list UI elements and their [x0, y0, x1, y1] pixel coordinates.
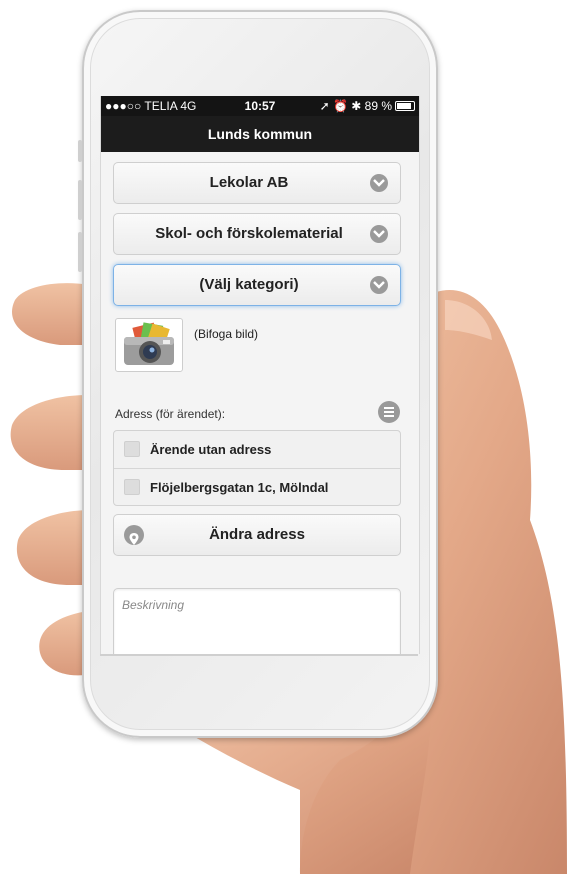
page-title: Lunds kommun [101, 116, 419, 152]
area-select[interactable]: Skol- och förskolematerial [113, 213, 401, 255]
organisation-label: Lekolar AB [209, 174, 289, 191]
volume-button [78, 140, 82, 162]
address-option-no-address[interactable]: Ärende utan adress [114, 431, 400, 468]
list-menu-icon[interactable] [378, 401, 400, 423]
change-address-label: Ändra adress [209, 526, 305, 543]
address-option-label: Ärende utan adress [150, 442, 272, 457]
address-option-label: Flöjelbergsgatan 1c, Mölndal [150, 480, 329, 495]
checkbox[interactable] [124, 479, 140, 495]
address-options: Ärende utan adress Flöjelbergsgatan 1c, … [113, 430, 401, 506]
chevron-down-icon [370, 225, 388, 243]
stage: ●●●○○ TELIA 4G 10:57 ➚ ⏰ ✱ 89 % Lunds ko… [0, 0, 567, 874]
organisation-select[interactable]: Lekolar AB [113, 162, 401, 204]
address-section-label: Adress (för ärendet): [115, 407, 226, 421]
map-pin-icon [124, 525, 144, 545]
address-option-saved-address[interactable]: Flöjelbergsgatan 1c, Mölndal [114, 468, 400, 506]
volume-button [78, 232, 82, 272]
status-indicators: ➚ ⏰ ✱ 89 % [320, 96, 415, 116]
description-placeholder: Beskrivning [122, 598, 185, 612]
attach-photo-button[interactable] [115, 318, 183, 372]
area-label: Skol- och förskolematerial [155, 225, 343, 242]
camera-icon [124, 322, 174, 365]
screen-bottom-edge [100, 654, 418, 656]
battery-icon [395, 101, 415, 111]
description-field[interactable]: Beskrivning [113, 588, 401, 654]
attach-photo-label: (Bifoga bild) [194, 327, 259, 341]
checkbox[interactable] [124, 441, 140, 457]
volume-button [78, 180, 82, 220]
category-select[interactable]: (Välj kategori) [113, 264, 401, 306]
category-label: (Välj kategori) [199, 276, 299, 293]
phone-screen: ●●●○○ TELIA 4G 10:57 ➚ ⏰ ✱ 89 % Lunds ko… [100, 96, 420, 654]
status-icons-text: ➚ ⏰ ✱ 89 % [319, 99, 392, 113]
chevron-down-icon [370, 276, 388, 294]
change-address-button[interactable]: Ändra adress [113, 514, 401, 556]
chevron-down-icon [370, 174, 388, 192]
status-bar: ●●●○○ TELIA 4G 10:57 ➚ ⏰ ✱ 89 % [101, 96, 419, 116]
